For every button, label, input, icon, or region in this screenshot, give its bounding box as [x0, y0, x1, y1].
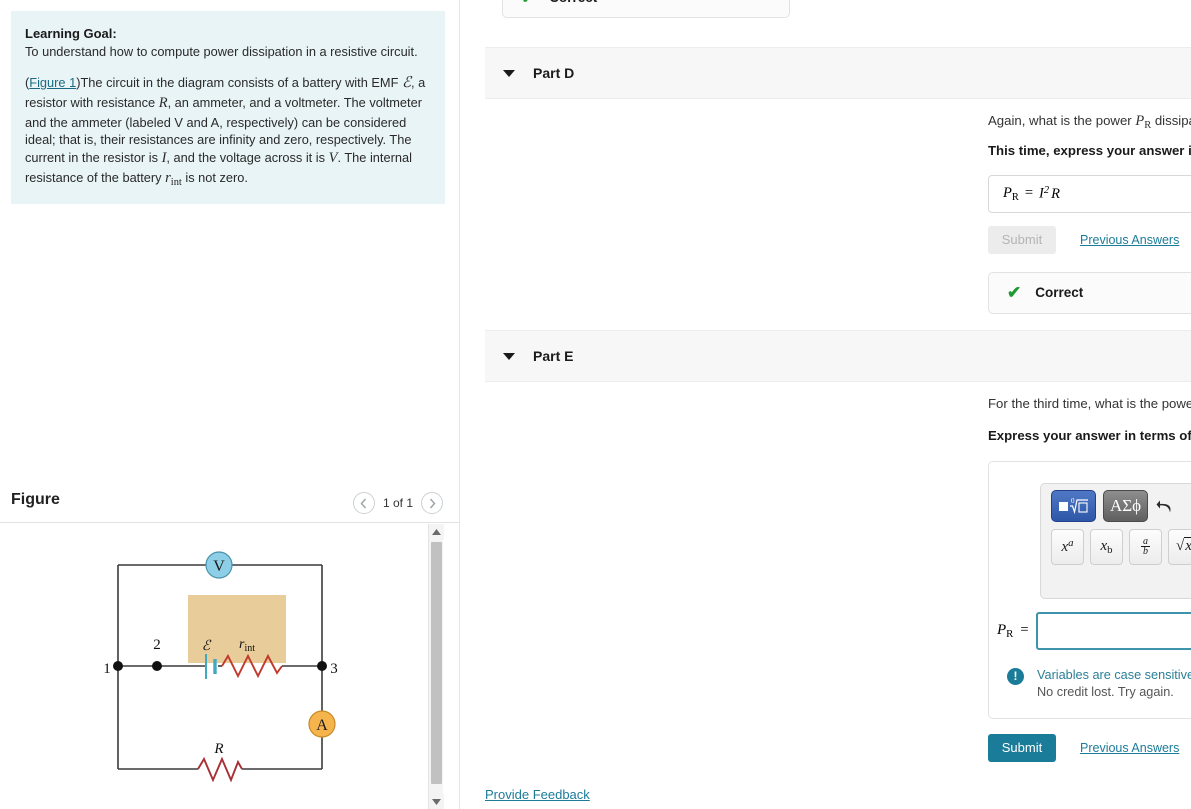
learning-goal-title: Learning Goal:	[25, 26, 117, 41]
part-d-status-label: Correct	[1035, 285, 1084, 301]
svg-text:0: 0	[1071, 497, 1075, 505]
ammeter-label: A	[316, 717, 328, 734]
node-3-label: 3	[330, 661, 338, 677]
superscript-button[interactable]: xa	[1051, 528, 1084, 565]
check-icon: ✔	[521, 0, 535, 6]
greek-symbols-mode-button[interactable]: ΑΣϕ	[1103, 490, 1148, 523]
figure-next-button[interactable]	[421, 492, 443, 514]
triangle-up-icon	[432, 528, 441, 535]
exclamation-icon: !	[1007, 667, 1024, 685]
node-2-label: 2	[153, 637, 161, 653]
rint-symbol: rint	[165, 169, 182, 188]
node-1-label: 1	[103, 661, 111, 677]
triangle-down-icon	[432, 798, 441, 805]
power-symbol: PR	[1135, 113, 1152, 131]
scrollbar-up-button[interactable]	[429, 524, 444, 539]
figure-header: Figure 1 of 1	[0, 483, 459, 523]
part-e-instruction-pre: Express your answer in terms of one or m…	[988, 427, 1191, 443]
part-d-question: Again, what is the power PR dissipated i…	[988, 113, 1191, 131]
figure-title: Figure	[11, 491, 60, 508]
math-toolbar: 0 ΑΣϕ xa xb a b √	[1040, 482, 1191, 599]
part-e-label: Part E	[533, 348, 574, 364]
feedback-line-1: Variables are case sensitive.	[1037, 667, 1191, 682]
chevron-left-icon	[361, 498, 367, 508]
figure-counter: 1 of 1	[382, 496, 413, 510]
figure-1-link[interactable]: Figure 1	[29, 75, 76, 90]
part-e-feedback: ! Variables are case sensitive. No credi…	[1007, 667, 1191, 699]
part-e-answer-row: PR =	[997, 611, 1191, 650]
fraction-button[interactable]: ab	[1129, 528, 1162, 565]
part-d-instruction: This time, express your answer in terms …	[988, 143, 1191, 161]
part-d-answer-lhs: PR	[1003, 184, 1019, 203]
square-root-button[interactable]: √x	[1168, 528, 1191, 565]
learning-goal-subtitle: To understand how to compute power dissi…	[25, 44, 418, 60]
math-template-icon: 0	[1058, 497, 1088, 515]
part-d-instruction-pre: This time, express your answer in terms …	[988, 142, 1191, 158]
scrollbar-down-button[interactable]	[429, 794, 444, 809]
part-e-header[interactable]: Part E	[485, 330, 1191, 382]
part-d-submit-button[interactable]: Submit	[988, 225, 1056, 254]
part-d-label: Part D	[533, 65, 575, 81]
node-2-dot	[152, 661, 162, 671]
math-toolbar-icon-group: ?	[1156, 496, 1191, 516]
scrollbar-thumb[interactable]	[431, 542, 442, 784]
load-resistor-symbol	[197, 756, 243, 783]
voltmeter-label: V	[213, 558, 225, 575]
part-e-actions: Submit Previous Answers Request Answer	[988, 733, 1191, 762]
math-template-mode-button[interactable]: 0	[1051, 490, 1096, 523]
part-e-question: For the third time, what is the power PR…	[988, 396, 1191, 414]
caret-down-icon	[503, 352, 515, 360]
goal-text-6: is not zero.	[181, 169, 248, 185]
figure-navigation: 1 of 1	[352, 492, 443, 514]
part-d-answer-field[interactable]: PR = I2 R	[988, 174, 1191, 213]
left-panel: Learning Goal: To understand how to comp…	[0, 0, 460, 809]
subscript-button[interactable]: xb	[1090, 528, 1123, 565]
part-e-equals: =	[1020, 622, 1029, 639]
part-d-correct-box: ✔ Correct	[988, 271, 1191, 314]
provide-feedback-link[interactable]: Provide Feedback	[485, 787, 590, 802]
emf-symbol: ℰ	[401, 75, 412, 92]
part-d-answer-value: I2 R	[1039, 185, 1060, 202]
part-d-question-post: dissipated in the resistor?	[1154, 113, 1191, 128]
math-toolbar-row-symbols: xa xb ab √x n√x x→ xˆ |x| x•10n	[1041, 528, 1191, 571]
part-d-equals: =	[1024, 185, 1034, 202]
figure-scrollbar[interactable]	[428, 524, 444, 809]
part-e-question-pre: For the third time, what is the power	[988, 396, 1191, 411]
learning-goal-paragraph: (Figure 1)The circuit in the diagram con…	[25, 73, 431, 190]
feedback-line-2: No credit lost. Try again.	[1037, 684, 1174, 699]
part-d-question-pre: Again, what is the power	[988, 113, 1136, 128]
check-icon: ✔	[1007, 283, 1022, 303]
caret-down-icon	[503, 69, 515, 77]
part-d-body: Again, what is the power PR dissipated i…	[988, 113, 1191, 314]
problem-page: Learning Goal: To understand how to comp…	[0, 0, 1191, 809]
math-toolbar-row-actions	[1041, 571, 1191, 610]
figure-body: V A 1 2 3 ℰ rint R	[0, 524, 459, 809]
learning-goal-box: Learning Goal: To understand how to comp…	[11, 11, 445, 204]
goal-text-1: )The circuit in the diagram consists of …	[76, 75, 402, 91]
resistance-symbol: R	[158, 94, 168, 111]
part-e-answer-panel: 0 ΑΣϕ xa xb a b √ PR = ! Variables are c…	[988, 460, 1191, 719]
part-e-answer-input[interactable]	[1035, 611, 1191, 650]
undo-icon[interactable]	[1156, 499, 1173, 514]
right-panel: ✔ Correct Part D Again, what is the powe…	[461, 0, 1191, 809]
part-e-body: For the third time, what is the power PR…	[988, 396, 1191, 762]
node-1-dot	[113, 661, 123, 671]
chevron-right-icon	[429, 498, 435, 508]
part-e-submit-button[interactable]: Submit	[988, 733, 1056, 762]
figure-prev-button[interactable]	[352, 492, 375, 514]
goal-text-4: , and the voltage across it is	[166, 149, 329, 165]
circuit-diagram: V A 1 2 3 ℰ rint R	[103, 551, 338, 783]
resistor-label: R	[213, 741, 223, 757]
greek-symbols-label: ΑΣϕ	[1109, 496, 1142, 516]
part-d-header[interactable]: Part D	[485, 47, 1191, 99]
part-d-actions: Submit Previous Answers	[988, 225, 1191, 254]
part-d-previous-answers-link[interactable]: Previous Answers	[1080, 233, 1179, 247]
part-e-instruction: Express your answer in terms of one or m…	[988, 426, 1191, 446]
part-e-answer-lhs: PR	[997, 621, 1014, 640]
node-3-dot	[317, 661, 327, 671]
part-c-correct-label: Correct	[549, 0, 597, 5]
math-toolbar-row-modes: 0 ΑΣϕ	[1041, 484, 1191, 529]
part-c-correct-box: ✔ Correct	[502, 0, 790, 18]
part-e-previous-answers-link[interactable]: Previous Answers	[1080, 741, 1179, 755]
